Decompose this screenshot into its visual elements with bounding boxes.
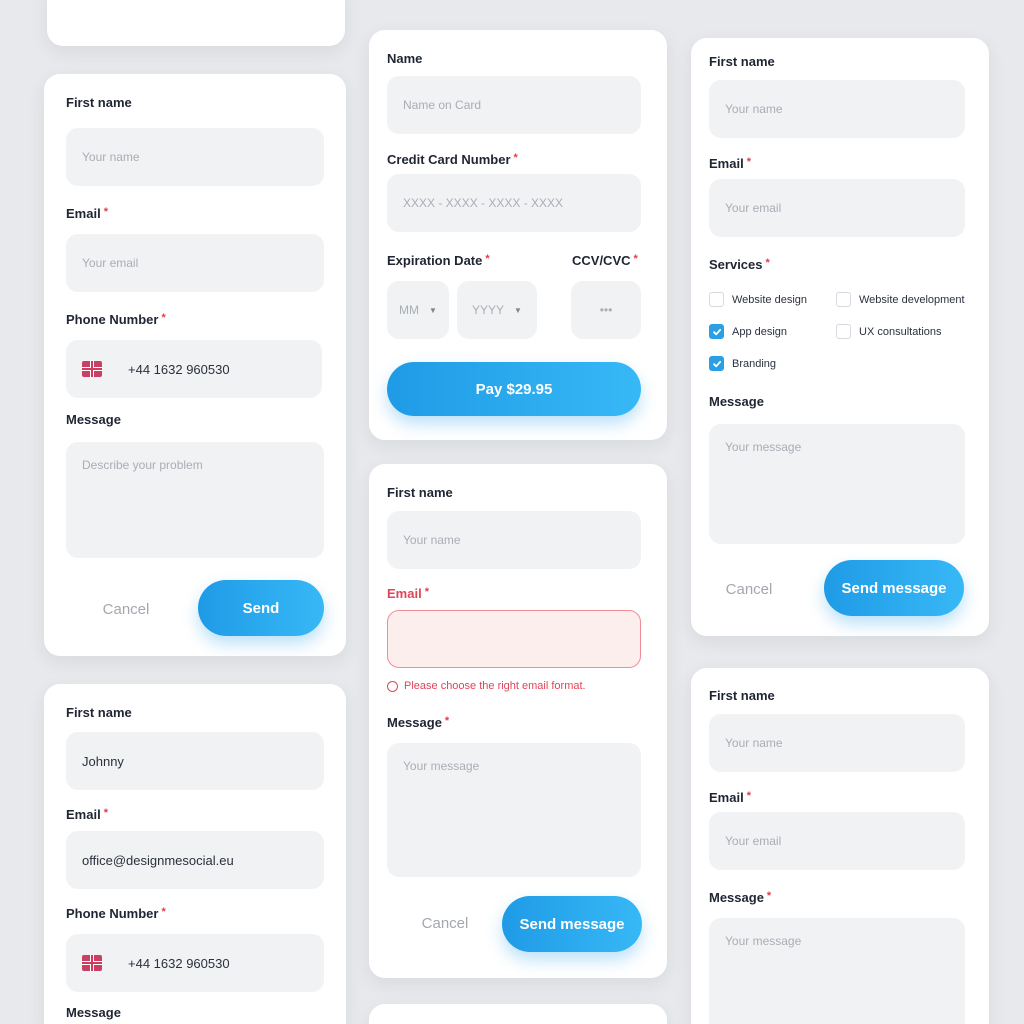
checkbox-unchecked[interactable]: [709, 292, 724, 307]
email-label: Email *: [66, 807, 108, 822]
email-label: Email *: [709, 156, 751, 171]
phone-label: Phone Number *: [66, 906, 166, 921]
first-name-label: First name: [387, 485, 453, 500]
checkbox-unchecked[interactable]: [836, 324, 851, 339]
send-button[interactable]: Send: [198, 580, 324, 636]
checkbox-checked[interactable]: [709, 356, 724, 371]
name-label: Name: [387, 51, 423, 66]
service-ux-consultations[interactable]: UX consultations: [836, 324, 942, 339]
uk-flag-icon[interactable]: [82, 955, 102, 971]
service-branding[interactable]: Branding: [709, 356, 776, 371]
send-message-button[interactable]: Send message: [824, 560, 964, 616]
first-name-label: First name: [66, 705, 132, 720]
first-name-label: First name: [709, 54, 775, 69]
phone-input[interactable]: +44 1632 960530: [66, 934, 324, 992]
uk-flag-icon[interactable]: [82, 361, 102, 377]
cancel-button[interactable]: Cancel: [80, 582, 172, 636]
phone-input[interactable]: +44 1632 960530: [66, 340, 322, 398]
card-name-input[interactable]: Name on Card: [387, 76, 641, 134]
month-select[interactable]: MM ▼: [387, 281, 449, 339]
first-name-label: First name: [66, 95, 132, 110]
checkbox-unchecked[interactable]: [836, 292, 851, 307]
service-website-design[interactable]: Website design: [709, 292, 807, 307]
email-input[interactable]: Your email: [66, 234, 324, 292]
chevron-down-icon: ▼: [429, 305, 437, 315]
message-textarea[interactable]: Your message: [387, 743, 641, 877]
services-label: Services *: [709, 257, 770, 272]
first-name-input[interactable]: Johnny: [66, 732, 324, 790]
email-input[interactable]: Your email: [709, 812, 965, 870]
message-label: Message *: [709, 890, 772, 905]
card-number-label: Credit Card Number *: [387, 152, 518, 167]
email-error-message: Please choose the right email format.: [387, 680, 586, 692]
checkmark-icon: [712, 328, 721, 335]
message-label: Message *: [387, 715, 450, 730]
filled-contact-form-card: First name Johnny Email * office@designme…: [44, 684, 346, 1024]
checkmark-icon: [712, 360, 721, 367]
first-name-input[interactable]: Your name: [709, 80, 965, 138]
message-label: Message: [66, 1005, 121, 1020]
message-label: Message: [66, 412, 121, 427]
email-label: Email *: [66, 206, 108, 221]
error-circle-icon: [387, 680, 398, 692]
year-select[interactable]: YYYY ▼: [457, 281, 537, 339]
email-label: Email *: [709, 790, 751, 805]
first-name-label: First name: [709, 688, 775, 703]
payment-form-card: Name Name on Card Credit Card Number * XX…: [369, 30, 667, 440]
contact-form-card: First name Your name Email * Your email P…: [44, 74, 346, 656]
card-number-input[interactable]: XXXX - XXXX - XXXX - XXXX: [387, 174, 641, 232]
pay-button[interactable]: Pay $29.95: [387, 362, 641, 416]
chevron-down-icon: ▼: [514, 305, 522, 315]
email-input[interactable]: office@designmesocial.eu: [66, 831, 324, 889]
message-label: Message: [709, 394, 764, 409]
send-message-button[interactable]: Send message: [502, 896, 642, 952]
bottom-partial-card: [369, 1004, 667, 1024]
message-textarea[interactable]: Describe your problem: [66, 442, 324, 558]
service-website-development[interactable]: Website development: [836, 292, 965, 307]
expiration-label: Expiration Date *: [387, 253, 490, 268]
services-form-card: First name Your name Email * Your email S…: [691, 38, 989, 636]
checkbox-checked[interactable]: [709, 324, 724, 339]
email-input[interactable]: Your email: [709, 179, 965, 237]
first-name-input[interactable]: Your name: [66, 128, 324, 186]
top-partial-card: [47, 0, 345, 46]
simple-form-card: First name Your name Email * Your email M…: [691, 668, 989, 1024]
phone-label: Phone Number *: [66, 312, 166, 327]
service-app-design[interactable]: App design: [709, 324, 787, 339]
message-textarea[interactable]: Your message: [709, 424, 965, 544]
first-name-input[interactable]: Your name: [387, 511, 641, 569]
first-name-input[interactable]: Your name: [709, 714, 965, 772]
email-label: Email *: [387, 586, 429, 601]
email-input-error[interactable]: [387, 610, 641, 668]
cancel-button[interactable]: Cancel: [703, 562, 795, 616]
error-form-card: First name Your name Email * Please choos…: [369, 464, 667, 978]
cvc-label: CCV/CVC *: [572, 253, 638, 268]
cvc-input[interactable]: •••: [571, 281, 641, 339]
cancel-button[interactable]: Cancel: [399, 896, 491, 950]
message-textarea[interactable]: Your message: [709, 918, 965, 1024]
